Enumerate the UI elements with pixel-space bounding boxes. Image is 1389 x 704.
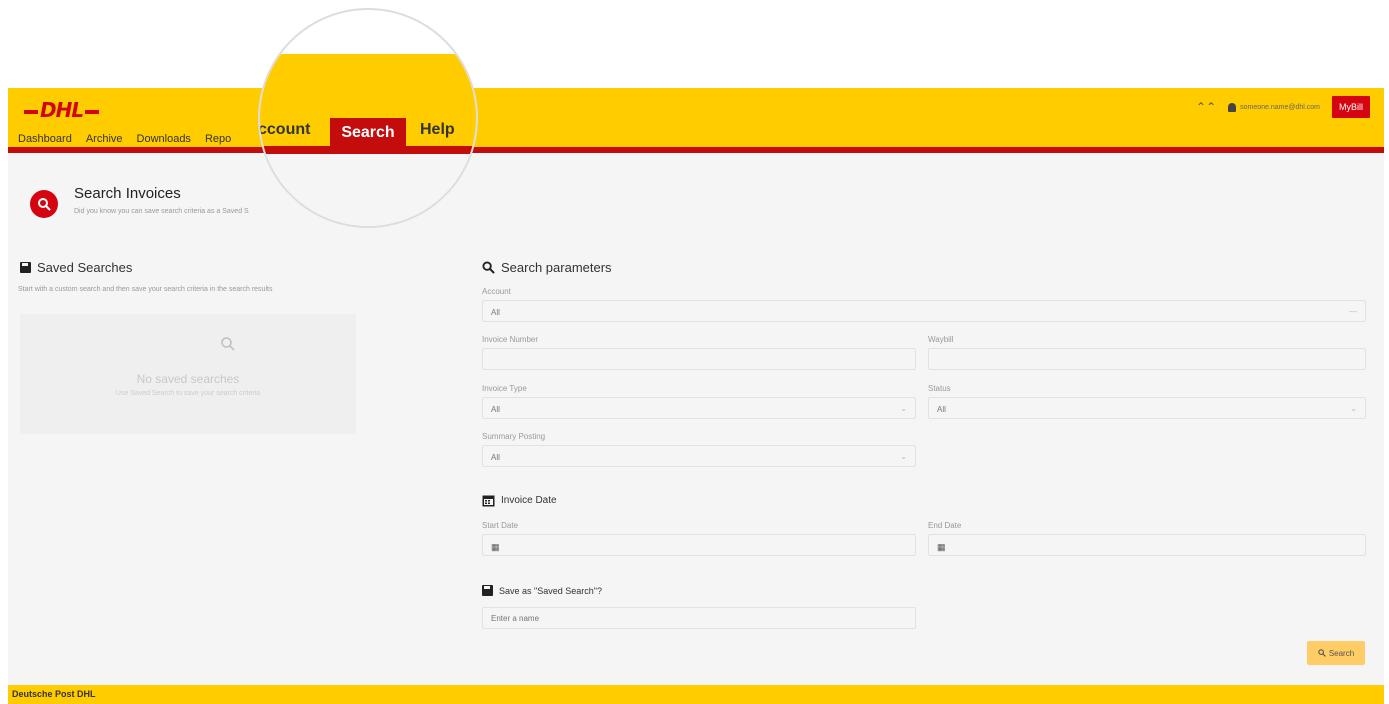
footer-brand: Deutsche Post DHL [12,689,96,699]
nav-dashboard[interactable]: Dashboard [18,133,72,145]
chevron-down-icon: ⌄ [900,452,907,461]
invoice-number-label: Invoice Number [482,335,539,344]
main-nav: Dashboard Archive Downloads Repo [18,133,231,145]
account-select-value: All [491,308,500,317]
search-button-label: Search [1328,648,1355,658]
saved-searches-description: Start with a custom search and then save… [18,286,273,293]
nav-account[interactable]: ccount [260,121,310,139]
footer: Deutsche Post DHL [8,685,1384,704]
invoice-type-label: Invoice Type [482,384,527,393]
save-search-heading: Save as "Saved Search"? [482,585,602,596]
invoice-type-value: All [491,405,500,414]
search-button[interactable]: Search [1307,641,1365,665]
search-icon [482,261,495,274]
header-tools: ⌃⌃ someone.name@dhl.com MyBill [1196,96,1370,118]
end-date-input[interactable]: ▦ [928,534,1366,556]
dhl-logo[interactable]: DHL [22,98,101,122]
search-icon [220,336,236,357]
user-email: someone.name@dhl.com [1240,103,1320,111]
user-menu[interactable]: someone.name@dhl.com [1228,102,1320,112]
search-icon [1318,649,1326,657]
summary-posting-label: Summary Posting [482,432,546,441]
status-label: Status [928,384,951,393]
waybill-label: Waybill [928,335,954,344]
calendar-icon[interactable]: ▦ [491,542,500,552]
chevron-down-icon: ⌄ [900,404,907,413]
save-search-title: Save as "Saved Search"? [499,585,602,596]
page-title: Search Invoices [74,185,181,202]
language-icon[interactable]: ⌃⌃ [1196,100,1216,114]
chevron-down-icon: — [1349,307,1357,316]
invoice-number-input[interactable] [482,348,916,370]
summary-posting-value: All [491,453,500,462]
nav-reports[interactable]: Repo [205,133,231,145]
search-parameters-heading: Search parameters [482,260,612,275]
status-select[interactable]: All ⌄ [928,397,1366,419]
user-icon [1228,102,1237,112]
saved-search-name-input[interactable] [482,607,916,629]
search-invoices-icon [30,190,58,218]
account-select[interactable]: All — [482,300,1366,322]
top-header: DHL Dashboard Archive Downloads Repo ⌃⌃ … [8,88,1384,153]
calendar-icon [482,495,495,507]
invoice-date-title: Invoice Date [501,495,557,506]
saved-searches-panel: No saved searches Use Saved Search to sa… [20,314,356,434]
app-frame: DHL Dashboard Archive Downloads Repo ⌃⌃ … [8,88,1384,704]
end-date-label: End Date [928,521,962,530]
empty-state-title: No saved searches [136,372,240,386]
nav-downloads[interactable]: Downloads [137,133,191,145]
start-date-label: Start Date [482,521,519,530]
waybill-input[interactable] [928,348,1366,370]
mybill-button[interactable]: MyBill [1332,96,1370,118]
floppy-disk-icon [20,262,31,273]
search-parameters-title: Search parameters [501,260,612,275]
saved-searches-heading: Saved Searches [20,260,132,275]
invoice-type-select[interactable]: All ⌄ [482,397,916,419]
chevron-down-icon: ⌄ [1350,404,1357,413]
start-date-input[interactable]: ▦ [482,534,916,556]
nav-archive[interactable]: Archive [86,133,123,145]
page-subtitle: Did you know you can save search criteri… [74,208,249,215]
nav-help[interactable]: Help [420,121,455,139]
magnifier-callout: ccount Search Help [258,8,478,228]
nav-search[interactable]: Search [330,118,406,148]
empty-state-subtitle: Use Saved Search to save your search cri… [115,390,261,397]
floppy-disk-icon [482,585,493,596]
saved-searches-title: Saved Searches [37,260,133,275]
calendar-icon[interactable]: ▦ [937,542,946,552]
summary-posting-select[interactable]: All ⌄ [482,445,916,467]
status-value: All [937,405,946,414]
account-label: Account [482,287,511,296]
invoice-date-heading: Invoice Date [482,494,557,507]
